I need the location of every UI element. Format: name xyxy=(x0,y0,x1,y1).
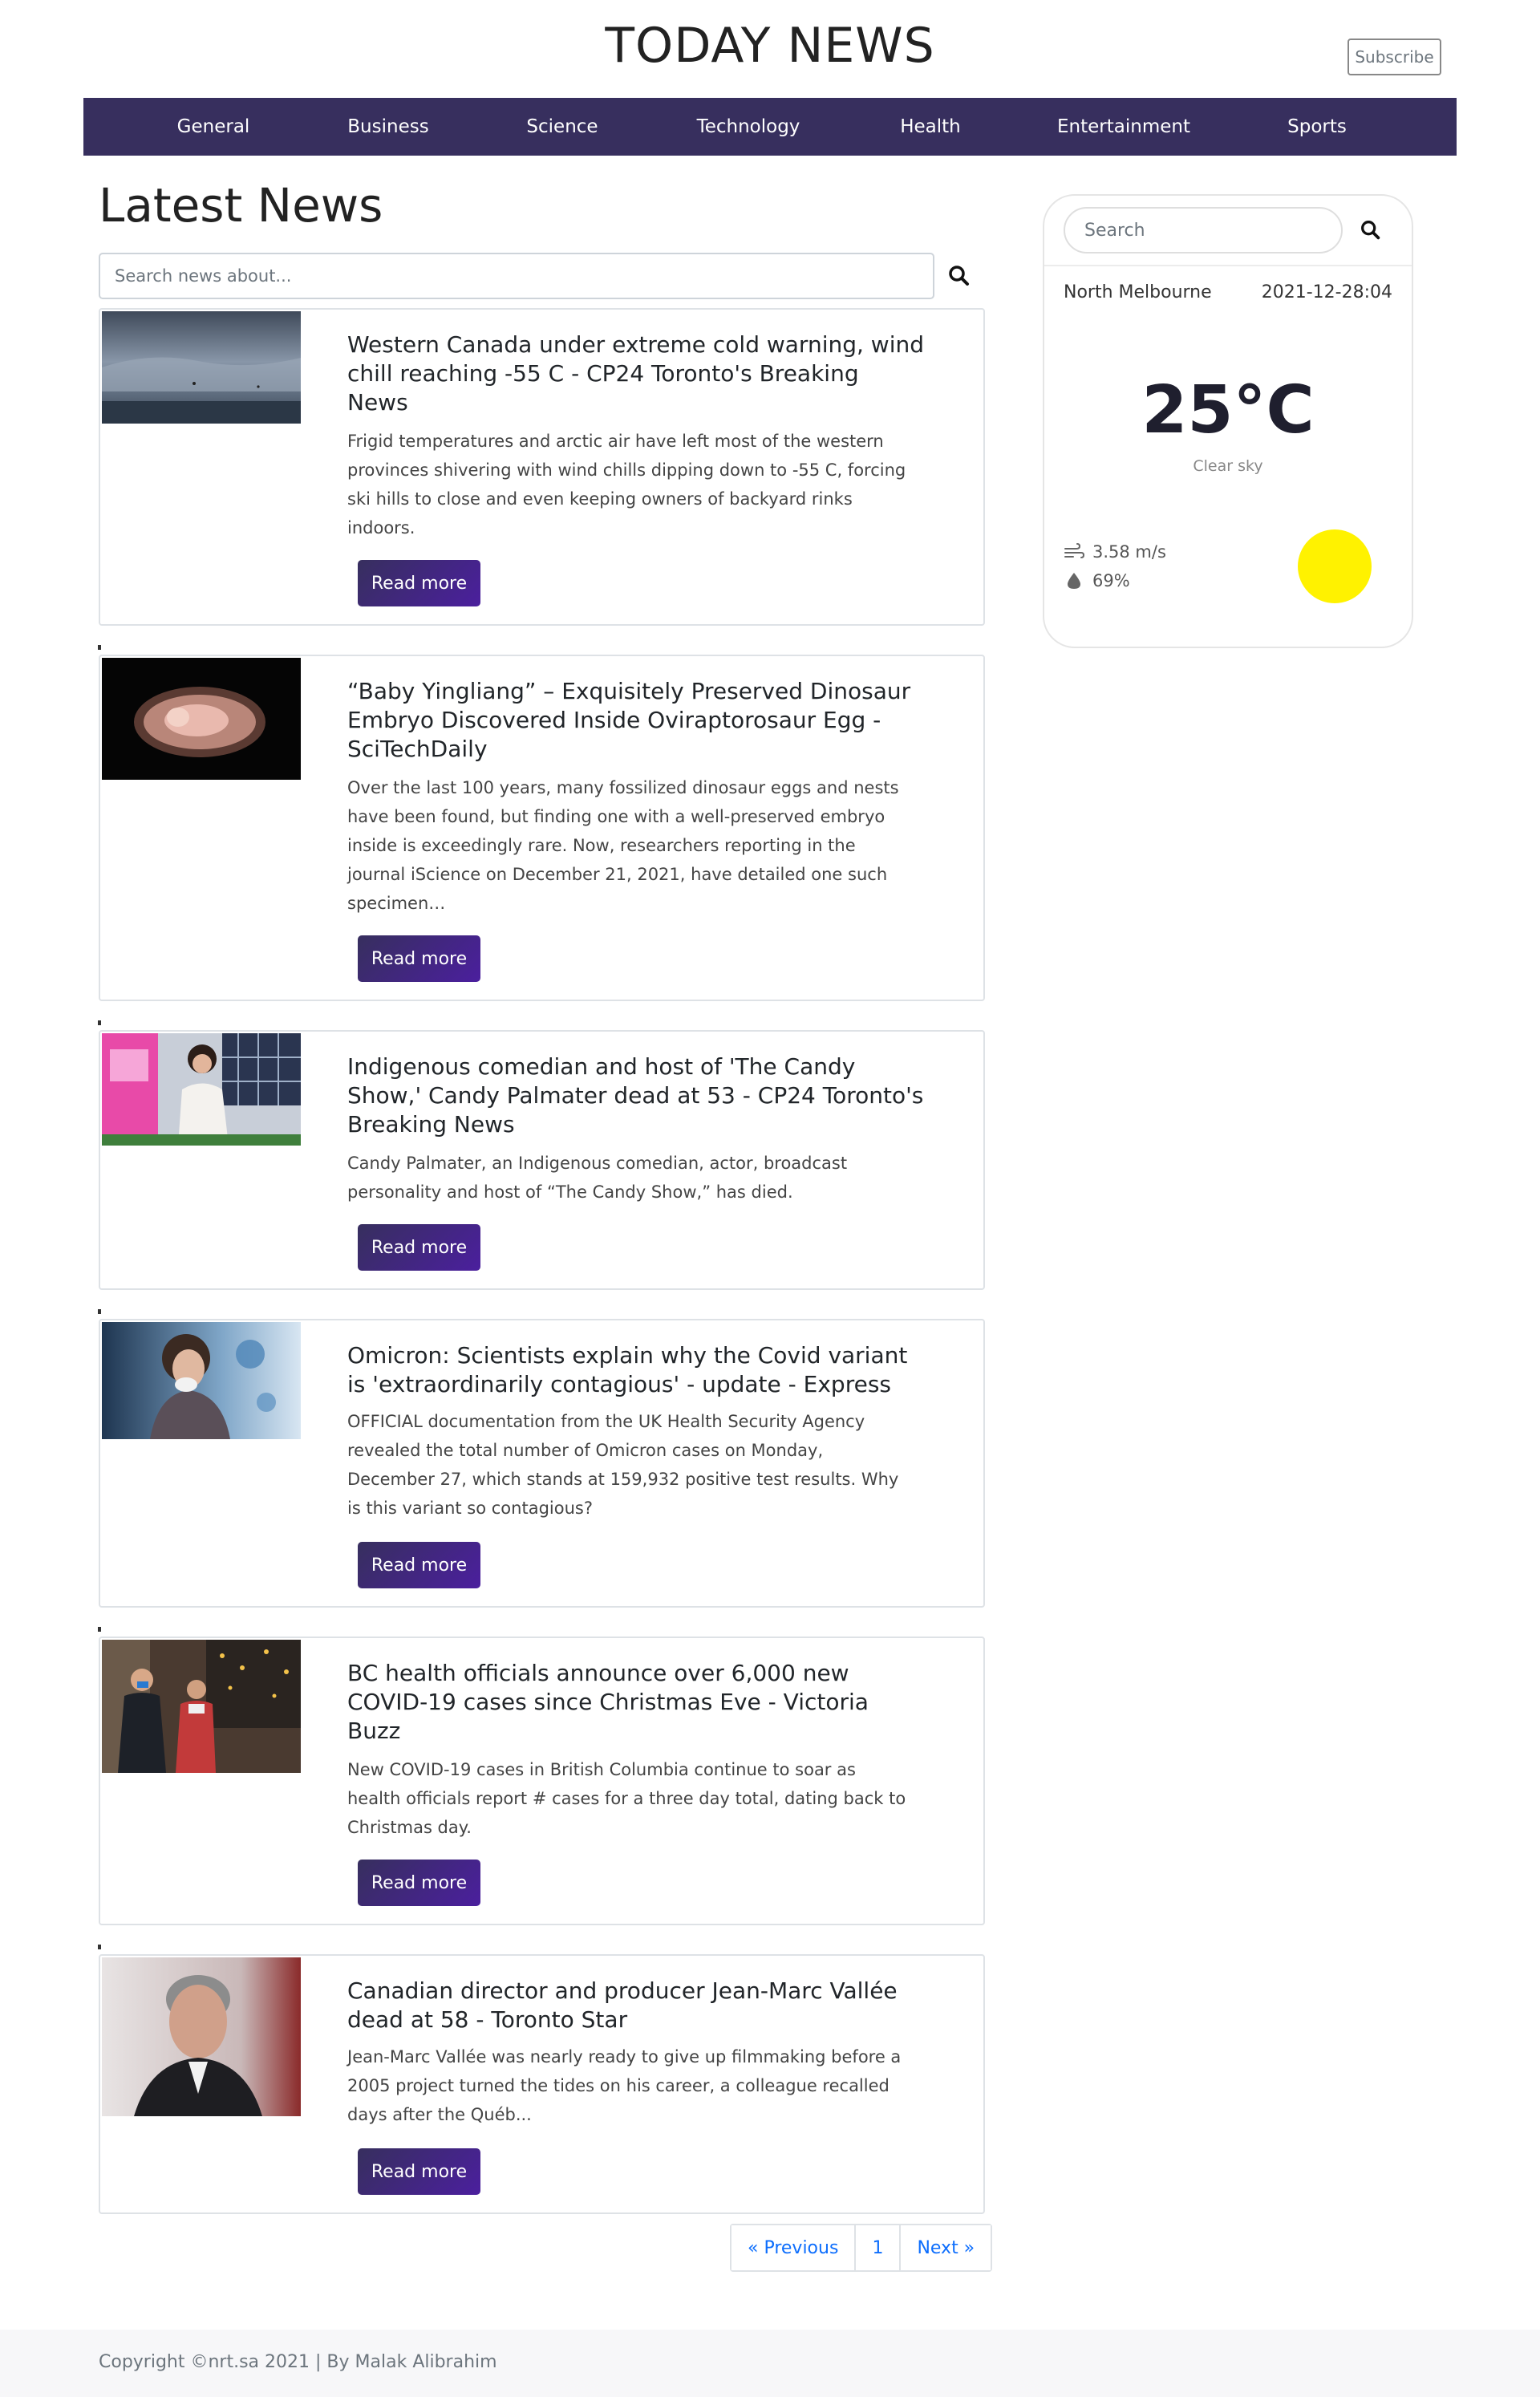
weather-city: North Melbourne xyxy=(1064,282,1212,302)
wind-row: 3.58 m/s xyxy=(1064,542,1166,562)
nav-item-science[interactable]: Science xyxy=(526,98,598,156)
copyright-text: Copyright ©nrt.sa 2021 | By Malak Alibra… xyxy=(99,2352,497,2372)
weather-date: 2021-12-28:04 xyxy=(1261,282,1392,302)
news-description: Jean-Marc Vallée was nearly ready to giv… xyxy=(347,2047,902,2124)
news-description: OFFICIAL documentation from the UK Healt… xyxy=(347,1412,899,1518)
page-title: Latest News xyxy=(99,178,383,233)
read-more-button[interactable]: Read more xyxy=(358,2148,480,2195)
read-more-button[interactable]: Read more xyxy=(358,1860,480,1906)
previous-page-link[interactable]: « Previous xyxy=(732,2225,857,2270)
news-image-dinosaur-embryo[interactable] xyxy=(102,658,301,780)
nav-item-entertainment[interactable]: Entertainment xyxy=(1057,98,1190,156)
header: TODAY NEWS Subscribe xyxy=(0,0,1540,98)
next-page-link[interactable]: Next » xyxy=(901,2225,991,2270)
news-description: New COVID-19 cases in British Columbia c… xyxy=(347,1760,906,1837)
weather-divider xyxy=(1044,265,1412,266)
weather-temperature: 25°C xyxy=(1141,372,1315,448)
news-card: Canadian director and producer Jean-Marc… xyxy=(99,1954,985,2214)
news-title[interactable]: Indigenous comedian and host of 'The Can… xyxy=(347,1052,925,1139)
news-description: Over the last 100 years, many fossilized… xyxy=(347,778,899,913)
pagination: « Previous 1 Next » xyxy=(730,2224,993,2272)
site-title: TODAY NEWS xyxy=(605,18,935,74)
news-title[interactable]: BC health officials announce over 6,000 … xyxy=(347,1659,925,1746)
page-1-link[interactable]: 1 xyxy=(856,2225,902,2270)
news-image-omicron[interactable] xyxy=(102,1322,301,1439)
search-icon[interactable] xyxy=(946,263,972,289)
news-image-jean-marc-vallee[interactable] xyxy=(102,1957,301,2116)
wind-icon xyxy=(1064,543,1084,558)
divider-mark xyxy=(98,645,101,650)
humidity-row: 69% xyxy=(1064,571,1130,590)
nav-item-sports[interactable]: Sports xyxy=(1287,98,1347,156)
read-more-button[interactable]: Read more xyxy=(358,935,480,982)
news-image-candy-palmater[interactable] xyxy=(102,1033,301,1146)
divider-mark xyxy=(98,1945,101,1949)
news-description: Frigid temperatures and arctic air have … xyxy=(347,432,906,537)
news-card: Omicron: Scientists explain why the Covi… xyxy=(99,1319,985,1608)
humidity-value: 69% xyxy=(1092,571,1130,590)
main-nav: General Business Science Technology Heal… xyxy=(83,98,1457,156)
news-image-cold-landscape[interactable] xyxy=(102,311,301,424)
droplet-icon xyxy=(1068,573,1080,589)
footer: Copyright ©nrt.sa 2021 | By Malak Alibra… xyxy=(0,2330,1540,2397)
news-card: “Baby Yingliang” – Exquisitely Preserved… xyxy=(99,655,985,1001)
news-card: Western Canada under extreme cold warnin… xyxy=(99,308,985,626)
read-more-button[interactable]: Read more xyxy=(358,1224,480,1271)
read-more-button[interactable]: Read more xyxy=(358,560,480,606)
weather-search-input[interactable] xyxy=(1064,207,1343,253)
news-title[interactable]: “Baby Yingliang” – Exquisitely Preserved… xyxy=(347,677,925,764)
nav-item-general[interactable]: General xyxy=(177,98,250,156)
nav-item-health[interactable]: Health xyxy=(900,98,961,156)
news-title[interactable]: Canadian director and producer Jean-Marc… xyxy=(347,1977,925,2034)
news-description: Candy Palmater, an Indigenous comedian, … xyxy=(347,1154,848,1202)
wind-speed: 3.58 m/s xyxy=(1092,542,1166,562)
divider-mark xyxy=(98,1020,101,1025)
nav-item-business[interactable]: Business xyxy=(347,98,428,156)
sun-icon xyxy=(1298,529,1372,603)
weather-condition: Clear sky xyxy=(1193,457,1263,475)
news-card: Indigenous comedian and host of 'The Can… xyxy=(99,1030,985,1290)
nav-item-technology[interactable]: Technology xyxy=(697,98,800,156)
weather-widget: North Melbourne 2021-12-28:04 25°C Clear… xyxy=(1043,194,1413,648)
read-more-button[interactable]: Read more xyxy=(358,1542,480,1588)
search-icon[interactable] xyxy=(1359,218,1383,242)
divider-mark xyxy=(98,1309,101,1314)
divider-mark xyxy=(98,1627,101,1632)
news-title[interactable]: Western Canada under extreme cold warnin… xyxy=(347,331,925,417)
news-title[interactable]: Omicron: Scientists explain why the Covi… xyxy=(347,1341,925,1399)
news-search-input[interactable] xyxy=(99,253,934,299)
news-image-bc-health[interactable] xyxy=(102,1640,301,1773)
news-card: BC health officials announce over 6,000 … xyxy=(99,1637,985,1925)
subscribe-button[interactable]: Subscribe xyxy=(1348,39,1441,75)
